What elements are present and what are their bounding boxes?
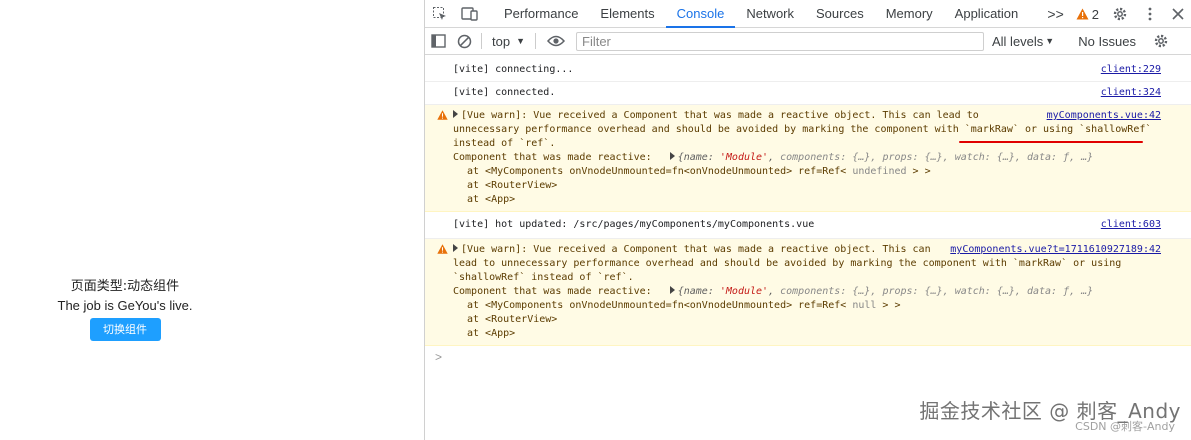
more-tabs-chevron-icon[interactable]: >> [1041, 6, 1069, 22]
message-text: [vite] hot updated: /src/pages/myCompone… [453, 219, 815, 230]
tab-elements[interactable]: Elements [589, 0, 665, 28]
stack-line: at <App> [467, 194, 516, 205]
settings-gear-icon[interactable] [1105, 0, 1135, 28]
source-link[interactable]: myComponents.vue?t=1711610927189:42 [946, 243, 1161, 257]
source-link[interactable]: client:229 [1101, 63, 1161, 77]
context-label: top [492, 33, 511, 49]
warning-line: `shallowRef` instead of `ref`. [453, 272, 634, 283]
console-settings-gear-icon[interactable] [1148, 28, 1174, 54]
reactive-object-preview[interactable]: {name: 'Module', components: {…}, props:… [678, 152, 1093, 163]
toolbar-divider [535, 33, 536, 49]
stack-line: at <RouterView> [467, 314, 558, 325]
stack-line: at <RouterView> [467, 180, 558, 191]
tab-application[interactable]: Application [944, 0, 1030, 28]
tab-console[interactable]: Console [665, 0, 736, 28]
dropdown-caret-icon: ▼ [1045, 36, 1055, 46]
source-link[interactable]: client:603 [1101, 218, 1161, 232]
stack-line: at <App> [467, 328, 516, 339]
console-toolbar: top ▼ Filter All levels ▼ No Issues [425, 28, 1191, 55]
log-levels-label: All levels [992, 33, 1044, 49]
source-link[interactable]: client:324 [1101, 86, 1161, 100]
console-prompt[interactable]: > [425, 346, 1191, 364]
tabbar-right: >> 2 [1041, 0, 1191, 28]
stack-line: at <MyComponents onVnodeUnmounted=fn<onV… [467, 166, 931, 177]
job-text: The job is GeYou's live. [57, 298, 193, 313]
source-link[interactable]: myComponents.vue:42 [1042, 109, 1161, 123]
sidebar-toggle-icon[interactable] [425, 28, 451, 54]
switch-component-button[interactable]: 切换组件 [89, 318, 161, 341]
tab-performance[interactable]: Performance [493, 0, 589, 28]
warning-line: lead to unnecessary performance overhead… [453, 258, 1122, 269]
filter-input[interactable]: Filter [576, 31, 984, 51]
warning-icon [437, 244, 448, 254]
app-pane: 页面类型:动态组件 The job is GeYou's live. 切换组件 [0, 0, 424, 440]
device-toolbar-icon[interactable] [455, 0, 485, 28]
watermark-sub: CSDN @刺客-Andy [1075, 420, 1175, 433]
console-message: [vite] connecting... client:229 [425, 59, 1191, 82]
warning-line: [Vue warn]: Vue received a Component tha… [461, 244, 931, 255]
context-selector[interactable]: top ▼ [486, 34, 531, 49]
console-message: [vite] hot updated: /src/pages/myCompone… [425, 212, 1191, 239]
dropdown-caret-icon: ▼ [516, 36, 525, 46]
devtools-panel: Performance Elements Console Network Sou… [424, 0, 1191, 440]
app-content: 页面类型:动态组件 The job is GeYou's live. 切换组件 [0, 277, 250, 341]
clear-console-icon[interactable] [451, 28, 477, 54]
warnings-counter[interactable]: 2 [1070, 7, 1105, 22]
expand-object-caret-icon[interactable] [669, 152, 675, 160]
warning-line: instead of `ref`. [453, 138, 556, 149]
component-label: Component that was made reactive: [453, 152, 652, 163]
expand-caret-icon[interactable] [453, 110, 458, 118]
toolbar-divider [481, 33, 482, 49]
live-expression-eye-icon[interactable] [540, 28, 572, 54]
expand-object-caret-icon[interactable] [669, 286, 675, 294]
warning-icon [437, 110, 448, 120]
console-output: [vite] connecting... client:229 [vite] c… [425, 55, 1191, 364]
issues-counter[interactable]: No Issues [1078, 34, 1136, 49]
console-warning: [Vue warn]: Vue received a Component tha… [425, 239, 1191, 346]
more-options-icon[interactable] [1135, 0, 1165, 28]
log-levels-dropdown[interactable]: All levels ▼ [992, 34, 1054, 49]
tab-sources[interactable]: Sources [805, 0, 875, 28]
tab-memory[interactable]: Memory [875, 0, 944, 28]
expand-caret-icon[interactable] [453, 244, 458, 252]
warning-line: unnecessary performance overhead and sho… [453, 124, 1152, 135]
close-devtools-icon[interactable] [1165, 0, 1191, 28]
console-message: [vite] connected. client:324 [425, 82, 1191, 105]
reactive-object-preview[interactable]: {name: 'Module', components: {…}, props:… [678, 286, 1093, 297]
message-text: [vite] connecting... [453, 64, 574, 75]
message-text: [vite] connected. [453, 87, 556, 98]
warning-icon [1076, 8, 1089, 20]
component-label: Component that was made reactive: [453, 286, 652, 297]
warnings-count: 2 [1091, 6, 1099, 22]
tab-network[interactable]: Network [735, 0, 805, 28]
warning-line: [Vue warn]: Vue received a Component tha… [461, 110, 979, 121]
red-annotation-underline [959, 141, 1143, 143]
devtools-tabbar: Performance Elements Console Network Sou… [425, 0, 1191, 28]
stack-line: at <MyComponents onVnodeUnmounted=fn<onV… [467, 300, 901, 311]
console-warning: [Vue warn]: Vue received a Component tha… [425, 105, 1191, 212]
inspect-element-icon[interactable] [425, 0, 455, 28]
page-type-title: 页面类型:动态组件 [70, 279, 180, 294]
